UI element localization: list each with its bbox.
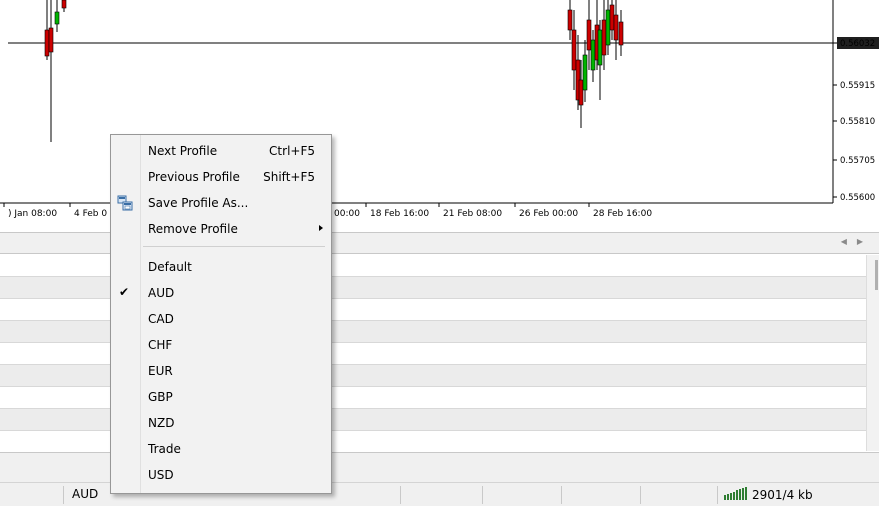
profile-label: NZD: [148, 416, 175, 430]
menu-item-previous-profile[interactable]: Previous Profile Shift+F5: [111, 164, 331, 190]
status-separator: [640, 486, 641, 504]
time-label: ) Jan 08:00: [8, 209, 57, 219]
candle-body: [618, 21, 624, 46]
candle-body: [609, 4, 615, 31]
scroll-thumb[interactable]: [875, 260, 878, 290]
price-label: 0.55915: [840, 81, 875, 91]
menu-separator: [143, 246, 325, 247]
profile-label: USD: [148, 468, 174, 482]
submenu-arrow-icon: [319, 225, 323, 231]
status-separator: [717, 486, 718, 504]
price-label: 0.55810: [840, 117, 875, 127]
menu-item-remove-profile[interactable]: Remove Profile: [111, 216, 331, 242]
time-label: 18 Feb 16:00: [370, 209, 429, 219]
candle-body: [597, 29, 603, 66]
candle-body: [601, 19, 607, 56]
traffic-text: 2901/4 kb: [752, 488, 813, 502]
menu-item-shortcut: Shift+F5: [263, 170, 315, 184]
menu-item-shortcut: Ctrl+F5: [269, 144, 315, 158]
time-label: 4 Feb 0: [74, 209, 107, 219]
profile-item-usd[interactable]: USD: [111, 462, 331, 488]
connection-bars-icon: [724, 487, 747, 500]
price-label: 0.55600: [840, 193, 875, 203]
candle-body: [578, 79, 584, 106]
vertical-scrollbar[interactable]: [866, 255, 879, 451]
menu-item-label: Remove Profile: [148, 222, 238, 236]
time-label: 26 Feb 00:00: [519, 209, 578, 219]
profile-item-chf[interactable]: CHF: [111, 332, 331, 358]
profile-label: Trade: [148, 442, 181, 456]
profile-item-cad[interactable]: CAD: [111, 306, 331, 332]
status-profile-name: AUD: [72, 487, 99, 501]
menu-item-next-profile[interactable]: Next Profile Ctrl+F5: [111, 138, 331, 164]
profile-label: EUR: [148, 364, 173, 378]
status-separator: [482, 486, 483, 504]
candle-body: [48, 27, 54, 53]
candle-body: [44, 29, 50, 57]
profile-label: AUD: [148, 286, 175, 300]
menu-item-label: Previous Profile: [148, 170, 240, 184]
save-profile-icon: [117, 195, 133, 211]
price-label: 0.56032: [840, 39, 875, 49]
profile-item-trade[interactable]: Trade: [111, 436, 331, 462]
candle-body: [54, 11, 60, 25]
candle-body: [582, 54, 588, 91]
connection-status[interactable]: 2901/4 kb: [724, 487, 813, 502]
profile-label: CAD: [148, 312, 174, 326]
price-label: 0.55705: [840, 156, 875, 166]
status-separator: [63, 486, 64, 504]
time-label: 21 Feb 08:00: [443, 209, 502, 219]
profile-label: CHF: [148, 338, 173, 352]
profile-item-default[interactable]: Default: [111, 254, 331, 280]
profile-item-gbp[interactable]: GBP: [111, 384, 331, 410]
candle-body: [571, 29, 577, 71]
menu-item-label: Save Profile As...: [148, 196, 249, 210]
profile-label: GBP: [148, 390, 173, 404]
profile-item-nzd[interactable]: NZD: [111, 410, 331, 436]
candle-body: [586, 19, 592, 51]
status-separator: [400, 486, 401, 504]
menu-item-label: Next Profile: [148, 144, 218, 158]
time-label: 28 Feb 16:00: [593, 209, 652, 219]
checkmark-icon: ✔: [119, 285, 130, 299]
profile-item-eur[interactable]: EUR: [111, 358, 331, 384]
candle-body: [613, 14, 619, 41]
scroll-arrows-icon[interactable]: ◀▶: [841, 237, 873, 246]
profiles-context-menu: Next Profile Ctrl+F5 Previous Profile Sh…: [110, 134, 332, 494]
candle-body: [61, 0, 67, 9]
candle-body: [605, 9, 611, 46]
profile-item-aud[interactable]: ✔ AUD: [111, 280, 331, 306]
candle-body: [590, 39, 596, 71]
menu-item-save-profile-as[interactable]: Save Profile As...: [111, 190, 331, 216]
status-separator: [561, 486, 562, 504]
candle-body: [567, 9, 573, 31]
time-label: 00:00: [334, 209, 360, 219]
profile-label: Default: [148, 260, 192, 274]
